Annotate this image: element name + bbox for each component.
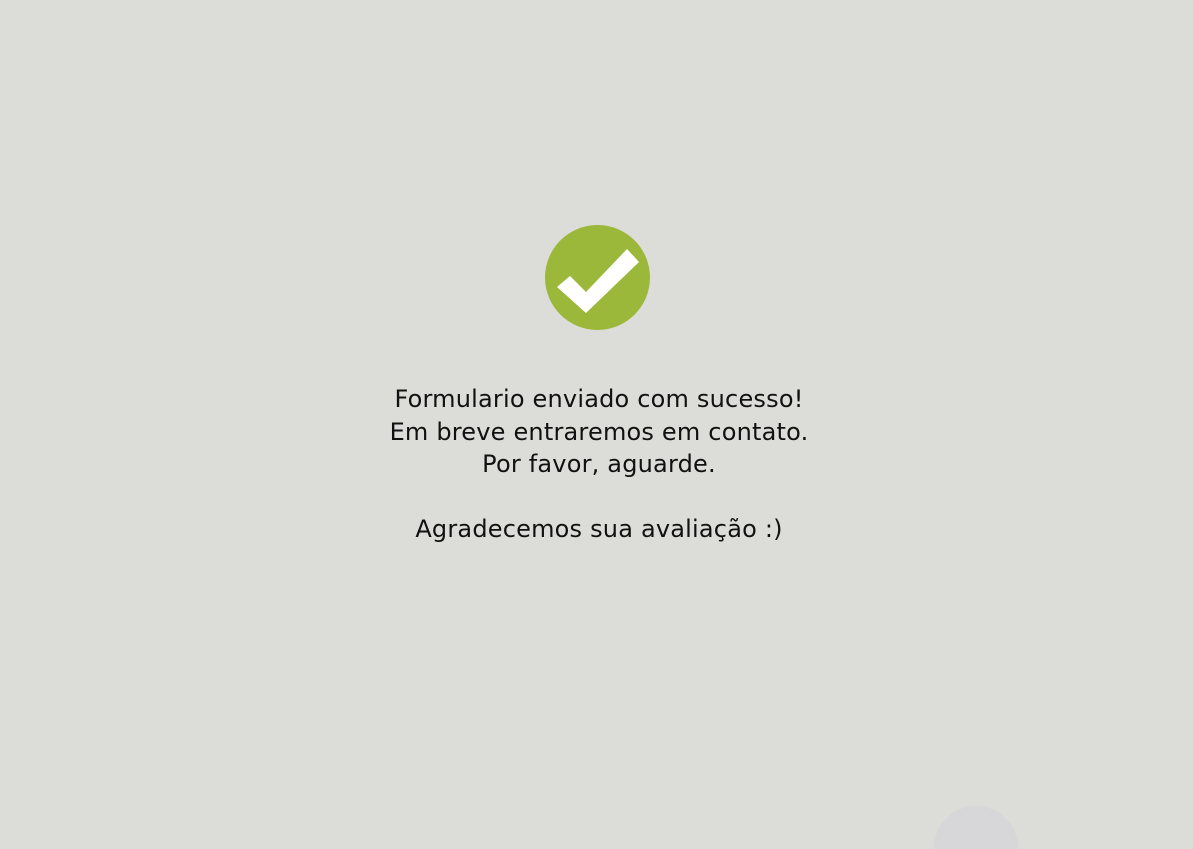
check-circle-icon <box>545 225 650 330</box>
success-page: Formulario enviado com sucesso! Em breve… <box>0 0 1193 849</box>
message-spacer <box>0 481 1193 514</box>
thanks-message: Agradecemos sua avaliação :) <box>415 515 783 543</box>
success-title: Formulario enviado com sucesso! <box>394 385 804 413</box>
contact-notice: Em breve entraremos em contato. <box>389 417 809 446</box>
wait-notice: Por favor, aguarde. <box>482 450 716 478</box>
floating-circle <box>934 806 1018 849</box>
confirmation-message: Formulario enviado com sucesso! Em breve… <box>0 383 1193 546</box>
